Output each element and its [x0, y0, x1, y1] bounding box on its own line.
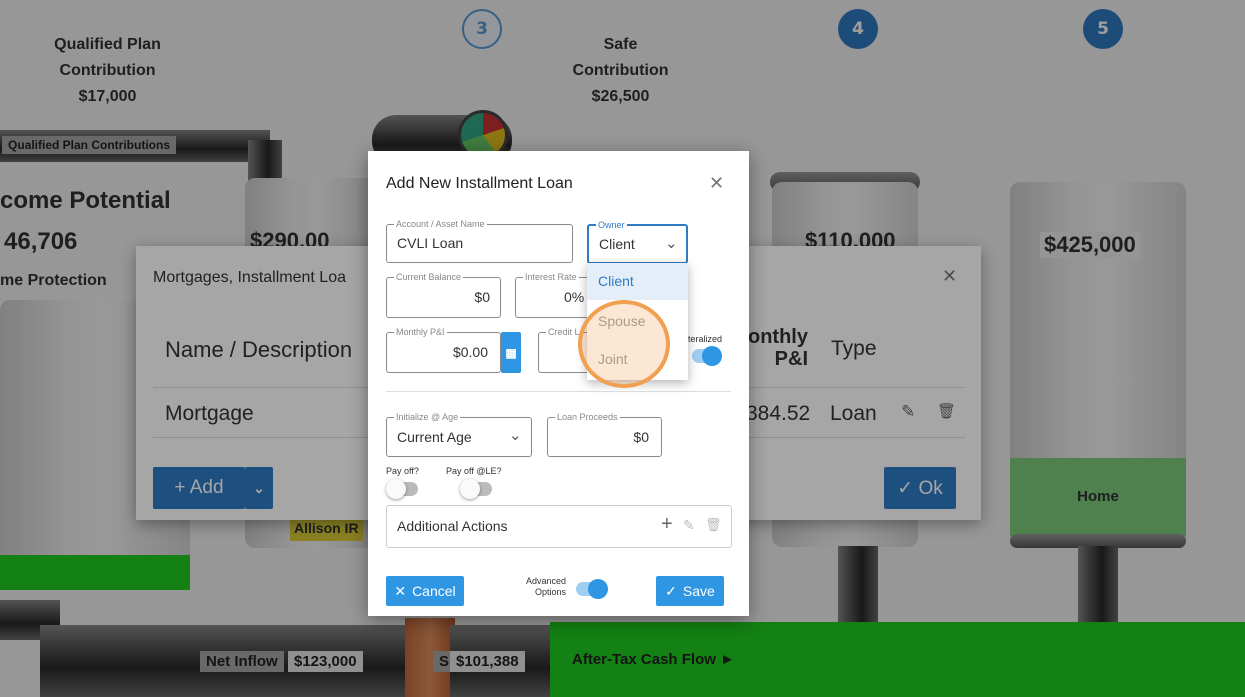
owner-label: Owner [596, 219, 627, 231]
advanced-options-toggle[interactable] [576, 579, 608, 599]
edit-action-pencil-icon[interactable]: ✎ [683, 517, 695, 534]
pay-off-toggle[interactable] [386, 479, 418, 499]
account-name-label: Account / Asset Name [394, 218, 487, 230]
collateralized-toggle[interactable] [692, 346, 722, 366]
cancel-x-icon: ✕ [394, 582, 407, 599]
pay-off-le-toggle-knob [460, 479, 480, 499]
save-check-icon: ✓ [665, 582, 677, 599]
monthly-pi-value: $0.00 [452, 344, 488, 360]
loan-proceeds-label: Loan Proceeds [555, 411, 620, 423]
current-balance-value: $0 [474, 289, 490, 305]
account-name-value: CVLI Loan [397, 235, 464, 251]
add-action-plus-icon[interactable]: + [661, 513, 673, 536]
add-installment-loan-dialog: Add New Installment Loan ✕ Account / Ass… [368, 151, 749, 616]
advanced-line2: Options [534, 587, 566, 597]
cancel-button[interactable]: ✕ Cancel [386, 576, 464, 606]
chevron-down-icon: ⌄ [665, 235, 678, 252]
click-highlight-circle [578, 300, 670, 388]
pay-off-le-label: Pay off @LE? [446, 466, 502, 476]
pay-off-toggle-knob [386, 479, 406, 499]
monthly-pi-field[interactable]: Monthly P&I $0.00 [386, 326, 501, 373]
advanced-options-toggle-knob [588, 579, 608, 599]
loan-proceeds-field[interactable]: Loan Proceeds $0 [547, 411, 662, 457]
advanced-options-label: Advanced Options [514, 576, 566, 598]
chevron-down-icon: ⌄ [509, 427, 522, 444]
close-icon[interactable]: ✕ [709, 173, 724, 194]
pay-off-label: Pay off? [386, 466, 419, 476]
credit-limit-label: Credit L [546, 326, 582, 338]
owner-select[interactable]: Owner Client ⌄ [587, 219, 688, 264]
interest-rate-field[interactable]: Interest Rate 0% [515, 271, 595, 318]
owner-value: Client [599, 236, 635, 252]
owner-option-client[interactable]: Client [587, 263, 688, 300]
collateralized-label: teralized [688, 334, 723, 344]
additional-actions-panel: Additional Actions + ✎ 🗑 [386, 505, 732, 548]
interest-rate-label: Interest Rate [523, 271, 579, 283]
initialize-age-select[interactable]: Initialize @ Age Current Age ⌄ [386, 411, 532, 457]
advanced-line1: Advanced [525, 576, 566, 586]
section-divider [386, 391, 731, 392]
current-balance-field[interactable]: Current Balance $0 [386, 271, 501, 318]
additional-actions-label: Additional Actions [397, 518, 508, 534]
delete-action-trash-icon[interactable]: 🗑 [705, 517, 722, 533]
loan-proceeds-value: $0 [633, 429, 649, 445]
current-balance-label: Current Balance [394, 271, 464, 283]
cancel-label: Cancel [412, 583, 456, 599]
initialize-age-label: Initialize @ Age [394, 411, 461, 423]
account-name-field[interactable]: Account / Asset Name CVLI Loan [386, 218, 573, 263]
save-button[interactable]: ✓ Save [656, 576, 724, 606]
initialize-age-value: Current Age [397, 429, 472, 445]
monthly-pi-label: Monthly P&I [394, 326, 447, 338]
collateralized-toggle-knob [702, 346, 722, 366]
save-label: Save [682, 583, 715, 599]
interest-rate-value: 0% [564, 289, 585, 305]
dialog-title: Add New Installment Loan [386, 175, 573, 192]
pay-off-le-toggle[interactable] [460, 479, 492, 499]
calculator-icon[interactable]: ▦ [501, 332, 521, 373]
